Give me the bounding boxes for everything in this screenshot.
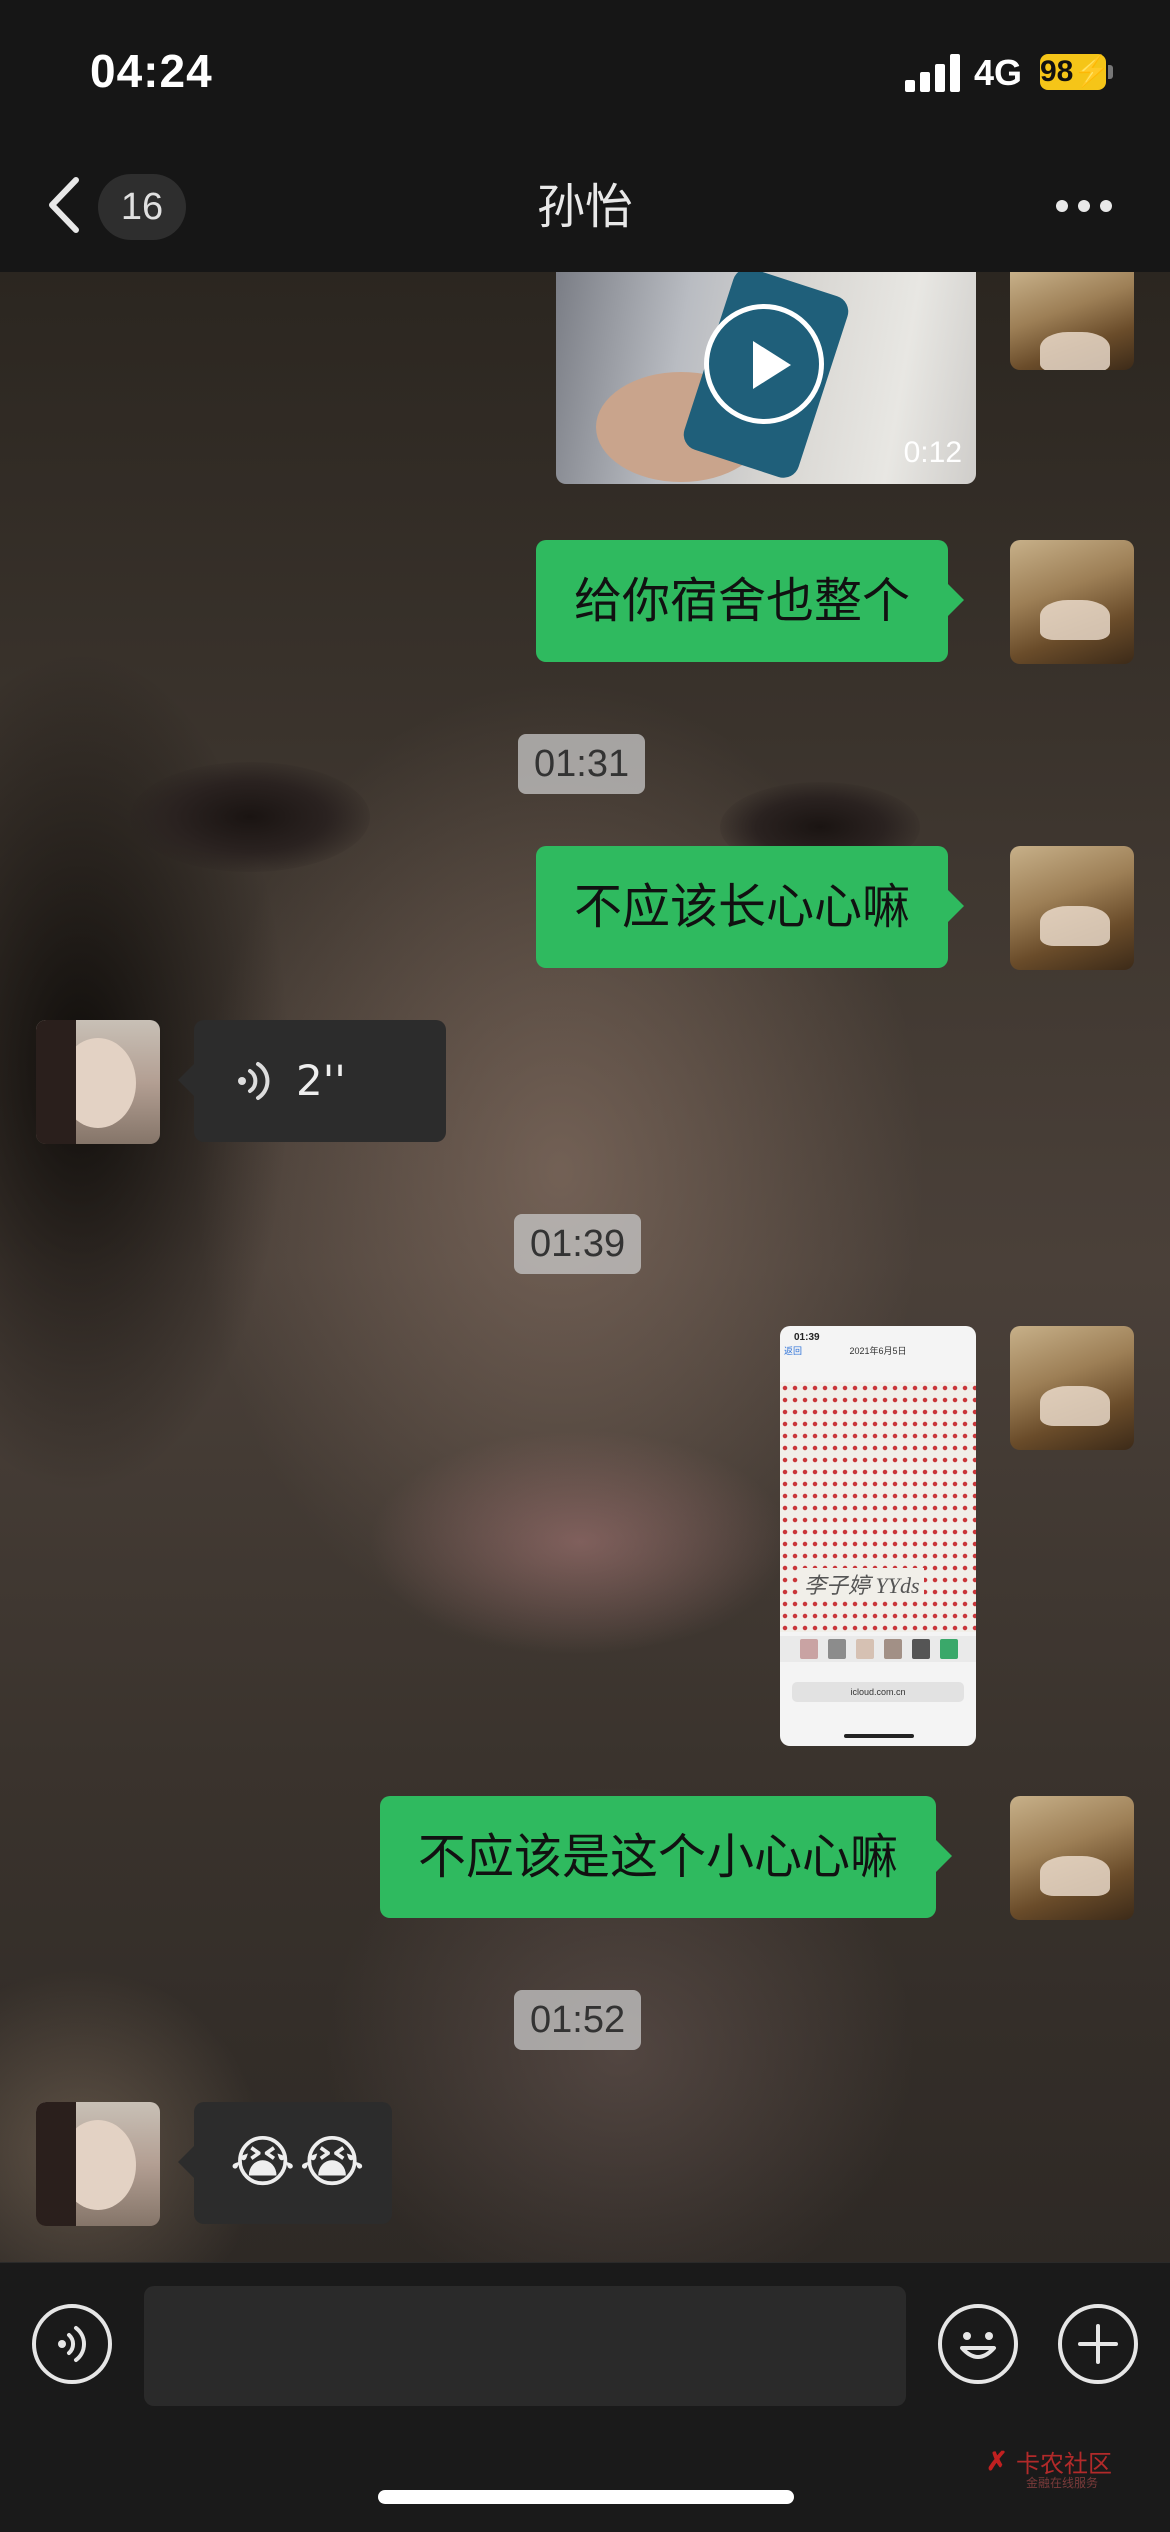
self-avatar[interactable] <box>1010 540 1134 664</box>
video-message[interactable]: 0:12 <box>556 272 976 484</box>
play-icon[interactable] <box>704 304 824 424</box>
outgoing-text-bubble[interactable]: 给你宿舍也整个 <box>536 540 965 662</box>
signal-icon <box>905 54 961 92</box>
outgoing-text-bubble[interactable]: 不应该长心心嘛 <box>536 846 965 968</box>
self-avatar[interactable] <box>1010 272 1134 370</box>
message-timestamp: 01:39 <box>514 1214 642 1274</box>
battery-cap <box>1108 65 1113 79</box>
watermark-logo-icon: ✗ <box>986 2446 1008 2476</box>
incoming-emoji-bubble[interactable]: 😭😭 <box>178 2102 392 2224</box>
chevron-left-icon <box>49 177 79 233</box>
plus-icon <box>1078 2324 1118 2364</box>
background-eye-left <box>130 762 370 872</box>
image-paper-hearts: 李子婷 YYds <box>780 1382 976 1632</box>
emoji-icon <box>960 2332 996 2359</box>
video-duration: 0:12 <box>903 436 962 469</box>
voice-mode-button[interactable] <box>32 2304 112 2384</box>
ellipsis-icon <box>1056 200 1068 212</box>
image-thumbnail-strip <box>780 1636 976 1662</box>
voice-mode-icon <box>58 2326 86 2362</box>
message-timestamp: 01:52 <box>514 1990 642 2050</box>
self-avatar[interactable] <box>1010 1326 1134 1450</box>
image-handwriting: 李子婷 YYds <box>800 1568 924 1600</box>
battery-icon: 98⚡ <box>1040 54 1111 90</box>
network-label: 4G <box>974 52 1023 93</box>
more-button[interactable] <box>1056 196 1116 216</box>
peer-avatar[interactable] <box>36 1020 160 1144</box>
voice-wave-icon <box>238 1062 270 1100</box>
home-indicator <box>378 2490 794 2504</box>
back-button[interactable] <box>40 170 90 240</box>
image-url-bar: icloud.com.cn <box>792 1682 964 1702</box>
watermark: ✗ 卡农社区 金融在线服务 <box>986 2440 1146 2500</box>
peer-avatar[interactable] <box>36 2102 160 2226</box>
voice-duration: 2'' <box>296 1056 346 1105</box>
message-input[interactable] <box>144 2286 906 2406</box>
chat-title: 孙怡 <box>536 179 633 235</box>
battery-level: 98 <box>1040 55 1074 88</box>
outgoing-text-bubble[interactable]: 不应该是这个小心心嘛 <box>380 1796 953 1918</box>
unread-count-badge[interactable]: 16 <box>98 174 186 240</box>
emoji-button[interactable] <box>938 2304 1018 2384</box>
self-avatar[interactable] <box>1010 846 1134 970</box>
voice-message[interactable]: 2'' <box>178 1020 446 1142</box>
status-time: 04:24 <box>90 45 213 97</box>
status-bar: 04:24 4G 98⚡ <box>0 0 1170 140</box>
image-status-time: 01:39 <box>794 1332 820 1343</box>
image-back-label: 返回 <box>784 1346 803 1356</box>
plus-button[interactable] <box>1058 2304 1138 2384</box>
image-home-bar <box>844 1734 914 1738</box>
watermark-subtitle: 金融在线服务 <box>1026 2476 1099 2490</box>
image-message[interactable]: 01:39 返回 2021年6月5日 李子婷 YYds icloud.com.c… <box>780 1326 976 1746</box>
self-avatar[interactable] <box>1010 1796 1134 1920</box>
message-timestamp: 01:31 <box>518 734 646 794</box>
image-header-date: 2021年6月5日 <box>849 1346 907 1356</box>
image-photo-header: 返回 2021年6月5日 <box>780 1344 976 1368</box>
